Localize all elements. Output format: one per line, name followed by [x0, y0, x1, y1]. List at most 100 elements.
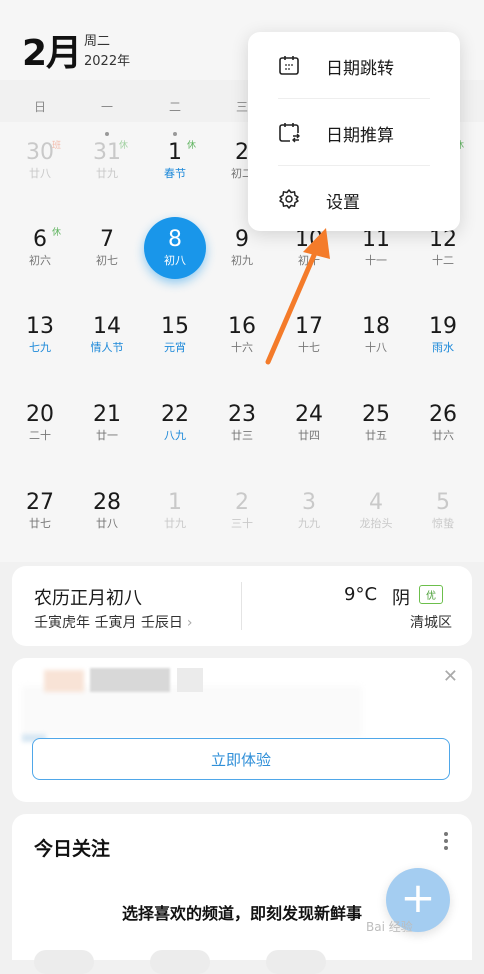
menu-label-date-jump: 日期跳转: [326, 59, 394, 79]
air-quality-badge: 优: [419, 585, 443, 604]
lunar-label: 十八: [365, 341, 387, 354]
lunar-label: 十一: [365, 254, 387, 267]
day-cell[interactable]: 13 七九: [7, 296, 73, 380]
day-cell[interactable]: 30 廿八 班: [7, 122, 73, 206]
day-cell[interactable]: 17 十七: [276, 296, 342, 380]
day-number: 20: [26, 402, 54, 427]
overflow-menu: 日期跳转 日期推算 设置: [248, 32, 460, 231]
lunar-label: 惊蛰: [432, 517, 454, 530]
channel-chip[interactable]: [150, 950, 210, 974]
lunar-label: 十二: [432, 254, 454, 267]
day-number: 6: [33, 227, 47, 252]
lunar-label: 七九: [29, 341, 51, 354]
day-number: 4: [369, 490, 383, 515]
month-title[interactable]: 2月: [22, 24, 82, 76]
day-cell[interactable]: 15 元宵: [142, 296, 208, 380]
calendar-jump-icon: [279, 56, 299, 75]
lunar-label: 初六: [29, 254, 51, 267]
day-cell[interactable]: 22 八九: [142, 384, 208, 468]
lunar-label: 廿三: [231, 429, 253, 442]
day-cell[interactable]: 23 廿三: [209, 384, 275, 468]
day-cell[interactable]: 6 初六 休: [7, 209, 73, 293]
menu-item-date-jump[interactable]: 日期跳转: [248, 32, 460, 98]
ganzhi-text: 壬寅虎年 壬寅月 壬辰日: [34, 615, 183, 631]
day-number: 16: [228, 314, 256, 339]
day-cell[interactable]: 25 廿五: [343, 384, 409, 468]
lunar-label: 廿七: [29, 517, 51, 530]
day-cell[interactable]: 1 春节 休: [142, 122, 208, 206]
promo-card: ✕ 立即体验: [12, 658, 472, 802]
lunar-label: 初十: [298, 254, 320, 267]
lunar-label: 春节: [164, 167, 186, 180]
day-number: 8: [168, 227, 182, 252]
weekday-mon: 一: [100, 100, 113, 114]
day-cell[interactable]: 1 廿九: [142, 472, 208, 556]
day-number: 3: [302, 490, 316, 515]
channel-chip[interactable]: [34, 950, 94, 974]
day-number: 1: [168, 490, 182, 515]
day-cell[interactable]: 8 初八: [142, 209, 208, 293]
day-cell[interactable]: 4 龙抬头: [343, 472, 409, 556]
lunar-label: 廿八: [96, 517, 118, 530]
menu-label-settings: 设置: [326, 193, 360, 213]
promo-blur-block: [177, 668, 203, 692]
promo-blur-block: [90, 668, 170, 692]
day-number: 15: [161, 314, 189, 339]
day-number: 30: [26, 140, 54, 165]
day-cell[interactable]: 14 情人节: [74, 296, 140, 380]
weekday-label: 周二: [84, 34, 111, 49]
menu-item-date-calc[interactable]: 日期推算: [248, 99, 460, 165]
day-cell[interactable]: 31 廿九 休: [74, 122, 140, 206]
plus-icon: +: [400, 873, 436, 922]
day-number: 23: [228, 402, 256, 427]
day-cell[interactable]: 19 雨水: [410, 296, 476, 380]
day-number: 22: [161, 402, 189, 427]
lunar-label: 廿八: [29, 167, 51, 180]
watermark: Bai 经验: [366, 920, 413, 934]
lunar-date: 农历正月初八: [34, 588, 142, 609]
holiday-badge: 休: [119, 141, 129, 151]
day-cell[interactable]: 2 三十: [209, 472, 275, 556]
channel-chip[interactable]: [266, 950, 326, 974]
divider: [241, 582, 242, 630]
ganzhi-link[interactable]: 壬寅虎年 壬寅月 壬辰日 ›: [34, 612, 193, 632]
date-info-card[interactable]: 农历正月初八 壬寅虎年 壬寅月 壬辰日 › 9°C 阴 优 清城区: [12, 566, 472, 646]
day-cell[interactable]: 18 十八: [343, 296, 409, 380]
day-cell[interactable]: 24 廿四: [276, 384, 342, 468]
lunar-label: 情人节: [90, 341, 124, 354]
event-dot: [173, 132, 177, 136]
menu-label-date-calc: 日期推算: [326, 126, 394, 146]
day-cell[interactable]: 7 初七: [74, 209, 140, 293]
day-cell[interactable]: 20 二十: [7, 384, 73, 468]
lunar-label: 初九: [231, 254, 253, 267]
day-number: 25: [362, 402, 390, 427]
temperature: 9°C: [344, 584, 378, 605]
day-cell[interactable]: 28 廿八: [74, 472, 140, 556]
lunar-label: 初八: [164, 254, 186, 267]
menu-item-settings[interactable]: 设置: [248, 166, 460, 232]
lunar-label: 廿九: [164, 517, 186, 530]
chevron-right-icon: ›: [186, 615, 193, 631]
day-cell[interactable]: 26 廿六: [410, 384, 476, 468]
day-cell[interactable]: 21 廿一: [74, 384, 140, 468]
lunar-label: 雨水: [432, 341, 454, 354]
day-number: 2: [235, 490, 249, 515]
day-number: 7: [100, 227, 114, 252]
day-cell[interactable]: 16 十六: [209, 296, 275, 380]
day-cell[interactable]: 27 廿七: [7, 472, 73, 556]
day-cell[interactable]: 5 惊蛰: [410, 472, 476, 556]
day-number: 28: [93, 490, 121, 515]
weekday-tue: 二: [168, 100, 181, 114]
close-icon[interactable]: ✕: [443, 666, 458, 687]
date-calc-icon: [279, 123, 300, 143]
try-now-button[interactable]: 立即体验: [32, 738, 450, 780]
day-cell[interactable]: 3 九九: [276, 472, 342, 556]
city-name: 清城区: [410, 615, 452, 631]
holiday-badge: 班: [52, 141, 62, 151]
lunar-label: 龙抬头: [359, 517, 393, 530]
more-vertical-icon[interactable]: [444, 832, 450, 853]
holiday-badge: 休: [52, 228, 62, 238]
lunar-label: 初七: [96, 254, 118, 267]
focus-title: 今日关注: [34, 838, 111, 860]
lunar-label: 九九: [298, 517, 320, 530]
